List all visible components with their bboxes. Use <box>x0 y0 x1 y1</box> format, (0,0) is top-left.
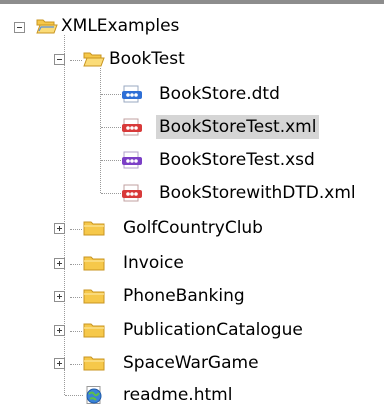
globe-html-icon <box>86 386 102 404</box>
tree-node-label: PhoneBanking <box>123 286 245 306</box>
tree-node-file[interactable]: BookStorewithDTD.xml <box>0 177 384 209</box>
tree-node-label: BookStore.dtd <box>159 84 280 104</box>
tree-node-file[interactable]: BookStore.dtd <box>0 78 384 110</box>
tree-node-file-selected[interactable]: BookStoreTest.xml <box>0 111 384 143</box>
tree-node-label: BookStoreTest.xsd <box>159 150 315 170</box>
xsd-file-icon <box>122 151 142 169</box>
expand-toggle[interactable] <box>54 258 65 269</box>
open-folder-icon <box>36 19 58 34</box>
tree-node-publicationcatalogue[interactable]: PublicationCatalogue <box>0 315 384 347</box>
tree-node-label: readme.html <box>123 385 233 405</box>
expand-toggle[interactable] <box>54 291 65 302</box>
tree-node-label: BookStoreTest.xml <box>156 115 320 139</box>
folder-icon <box>83 323 105 338</box>
tree-node-golfcountryclub[interactable]: GolfCountryClub <box>0 213 384 245</box>
tree-node-root[interactable]: XMLExamples <box>0 10 384 42</box>
folder-icon <box>83 289 105 304</box>
xml-file-icon <box>122 118 142 136</box>
tree-node-file[interactable]: BookStoreTest.xsd <box>0 144 384 176</box>
tree-node-readme[interactable]: readme.html <box>0 380 384 412</box>
tree-node-label: BookTest <box>109 49 185 69</box>
expand-toggle[interactable] <box>54 358 65 369</box>
tree-node-label: PublicationCatalogue <box>123 320 303 340</box>
expand-toggle[interactable] <box>54 223 65 234</box>
tree-node-label: BookStorewithDTD.xml <box>159 183 356 203</box>
tree-node-phonebanking[interactable]: PhoneBanking <box>0 281 384 313</box>
expand-toggle[interactable] <box>54 325 65 336</box>
tree-node-label: GolfCountryClub <box>123 218 263 238</box>
tree-node-spacewargame[interactable]: SpaceWarGame <box>0 348 384 380</box>
tree-node-label: SpaceWarGame <box>123 353 259 373</box>
folder-icon <box>83 356 105 371</box>
tree-node-booktest[interactable]: BookTest <box>0 44 384 76</box>
project-tree: XMLExamples BookTest BookStore.dtd BookS… <box>0 0 384 408</box>
dtd-file-icon <box>122 85 142 103</box>
collapse-toggle[interactable] <box>54 54 65 65</box>
xml-file-icon <box>122 184 142 202</box>
tree-node-label: Invoice <box>123 253 184 273</box>
folder-icon <box>83 256 105 271</box>
collapse-toggle[interactable] <box>14 22 25 33</box>
open-folder-icon <box>83 52 105 67</box>
folder-icon <box>83 221 105 236</box>
tree-node-label: XMLExamples <box>61 16 180 36</box>
tree-node-invoice[interactable]: Invoice <box>0 248 384 280</box>
